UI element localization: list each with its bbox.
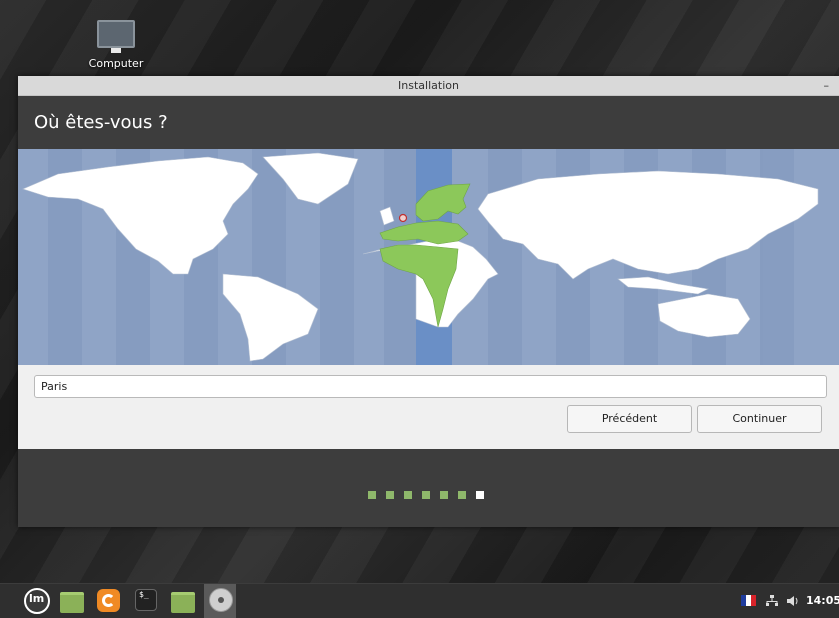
south-america (222, 273, 319, 362)
computer-desktop-icon[interactable]: Computer (88, 20, 144, 70)
desktop-icon-label: Computer (88, 57, 144, 70)
location-pin-icon (398, 213, 408, 223)
terminal-icon[interactable]: $_ (131, 586, 161, 616)
page-title: Où êtes-vous ? (18, 96, 839, 149)
progress-dot (422, 491, 430, 499)
taskbar: $_ 14:05 (0, 583, 839, 618)
continue-button[interactable]: Continuer (697, 405, 822, 433)
volume-icon[interactable] (786, 584, 800, 618)
progress-dots (368, 484, 494, 503)
menu-icon[interactable] (22, 586, 52, 616)
progress-dot (458, 491, 466, 499)
monitor-icon (97, 20, 135, 53)
previous-button[interactable]: Précédent (567, 405, 692, 433)
progress-dot (386, 491, 394, 499)
progress-footer (18, 449, 839, 527)
window-title: Installation (398, 79, 459, 92)
minimize-button[interactable]: – (824, 76, 830, 95)
installer-window: Installation – Où êtes-vous ? Paris Préc… (18, 76, 839, 527)
installer-disc-icon[interactable] (204, 584, 236, 618)
world-map-svg (22, 149, 819, 365)
timezone-map[interactable] (18, 149, 839, 365)
clock[interactable]: 14:05 (806, 584, 839, 618)
australia (657, 293, 751, 338)
timezone-city-input[interactable]: Paris (34, 375, 827, 398)
french-flag-icon[interactable] (741, 595, 756, 606)
progress-dot (404, 491, 412, 499)
network-icon[interactable] (765, 584, 779, 618)
files-icon[interactable] (56, 586, 86, 616)
progress-dot (368, 491, 376, 499)
firefox-icon[interactable] (93, 586, 123, 616)
folder-icon[interactable] (167, 586, 197, 616)
window-titlebar[interactable]: Installation – (18, 76, 839, 96)
progress-dot (440, 491, 448, 499)
progress-dot-current (476, 491, 484, 499)
